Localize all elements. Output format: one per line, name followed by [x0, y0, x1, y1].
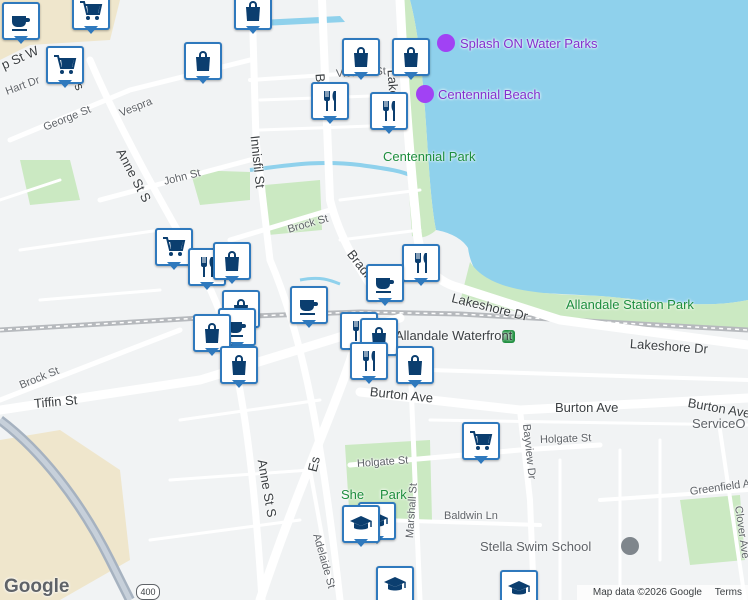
beach-icon[interactable] [416, 85, 434, 103]
map-marker-cafe[interactable] [366, 264, 404, 308]
misc-road-5 [148, 398, 322, 542]
cafe-icon [376, 278, 394, 293]
shopping-icon [354, 47, 368, 67]
map-marker-shopping[interactable] [220, 346, 258, 390]
map-marker-restaurant[interactable] [370, 92, 408, 136]
place-allandale-station-park-1[interactable]: Allandale Station Park [566, 297, 694, 312]
shopping-icon [246, 1, 260, 21]
google-logo: Google [4, 576, 70, 597]
street-holgate-st-2: Holgate St [539, 432, 592, 446]
shopping-icon [404, 47, 418, 67]
highway-400-shield: 400 [136, 584, 160, 600]
west-sand-area [0, 430, 130, 600]
grocery-icon [470, 431, 493, 450]
map-marker-grocery[interactable] [46, 46, 84, 90]
small-pond [260, 16, 345, 26]
map-marker-grocery[interactable] [462, 422, 500, 466]
restaurant-icon [415, 253, 427, 273]
water-park-icon[interactable] [437, 34, 455, 52]
place-shear-park-b[interactable]: Park [380, 487, 407, 502]
school-icon [508, 581, 530, 595]
restaurant-icon [324, 91, 336, 111]
map-marker-cafe[interactable] [2, 2, 40, 46]
terms-link[interactable]: Terms [715, 587, 742, 598]
map-marker-shopping[interactable] [396, 346, 434, 390]
grocery-icon [163, 237, 186, 256]
street-burton-ave-2: Burton Ave [555, 400, 619, 415]
grocery-icon [80, 0, 103, 20]
map-marker-shopping[interactable] [392, 38, 430, 82]
restaurant-icon [383, 101, 395, 121]
shopping-icon [408, 355, 422, 375]
map-data-text: Map data ©2026 Google [592, 587, 702, 598]
shopping-icon [196, 51, 210, 71]
shopping-icon [232, 355, 246, 375]
place-shear-park-a[interactable]: She [341, 487, 364, 502]
restaurant-icon [363, 351, 375, 371]
map-canvas[interactable]: Splash ON Water Parks Centennial Beach C… [0, 0, 748, 600]
grocery-icon [54, 55, 77, 74]
misc-road-4 [0, 178, 162, 302]
misc-road-1 [428, 368, 748, 382]
map-marker-restaurant[interactable] [311, 82, 349, 126]
map-marker-cafe[interactable] [290, 286, 328, 330]
map-marker-restaurant[interactable] [350, 342, 388, 386]
school-icon [384, 577, 406, 591]
place-stella-swim-school[interactable]: Stella Swim School [480, 539, 591, 554]
misc-road-6 [338, 188, 422, 242]
map-marker-restaurant[interactable] [402, 244, 440, 288]
shopping-icon [205, 323, 219, 343]
cafe-icon [300, 300, 318, 315]
place-splash-on[interactable]: Splash ON Water Parks [460, 36, 598, 51]
creek-2 [299, 276, 341, 286]
map-marker-school[interactable] [500, 570, 538, 600]
shopping-icon [225, 251, 239, 271]
map-marker-shopping[interactable] [184, 42, 222, 86]
place-centennial-park[interactable]: Centennial Park [383, 149, 476, 164]
school-icon [350, 516, 372, 530]
swim-school-icon[interactable] [621, 537, 639, 555]
map-marker-school[interactable] [376, 566, 414, 600]
map-marker-shopping[interactable] [213, 242, 251, 286]
map-attribution: Map data ©2026 Google Terms [576, 585, 748, 600]
map-marker-grocery[interactable] [72, 0, 110, 36]
misc-road-3 [558, 438, 662, 600]
place-centennial-beach[interactable]: Centennial Beach [438, 87, 541, 102]
map-marker-shopping[interactable] [234, 0, 272, 36]
map-marker-shopping[interactable] [342, 38, 380, 82]
street-baldwin-ln: Baldwin Ln [444, 510, 498, 522]
cafe-icon [12, 16, 30, 31]
map-marker-school[interactable] [342, 505, 380, 549]
place-allandale-waterfront[interactable]: Allandale Waterfront [395, 328, 512, 343]
